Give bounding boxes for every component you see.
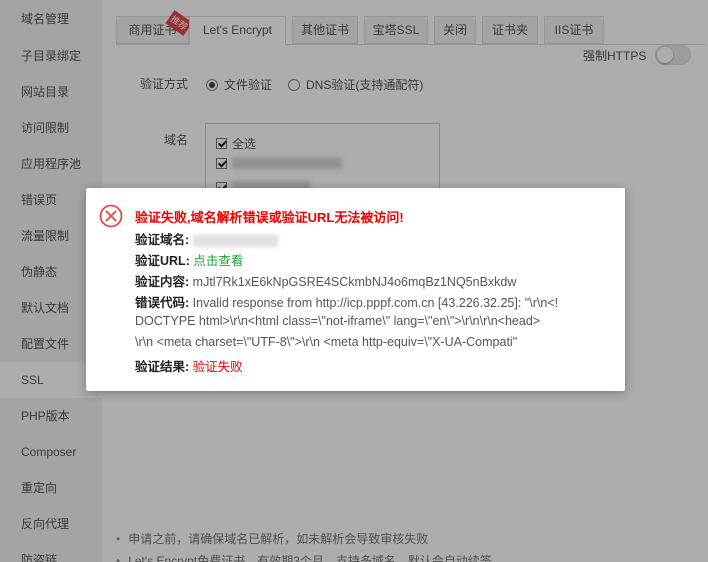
error-code-line2-row: DOCTYPE html>\r\n<html class=\"not-ifram…	[135, 314, 540, 328]
verify-result-value: 验证失败	[192, 360, 243, 374]
view-url-link[interactable]: 点击查看	[193, 254, 243, 268]
error-code-line3: \r\n <meta charset=\"UTF-8\">\r\n <meta …	[135, 335, 518, 349]
verify-result-label: 验证结果:	[135, 360, 190, 374]
error-icon	[99, 204, 123, 228]
error-code-row: 错误代码: Invalid response from http://icp.p…	[135, 292, 558, 311]
verify-content-value: mJtl7Rk1xE6kNpGSRE4SCkmbNJ4o6mqBz1NQ5nBx…	[192, 275, 517, 289]
redacted-domain	[193, 234, 279, 247]
verify-domain-label: 验证域名:	[135, 233, 190, 247]
verify-url-row: 验证URL: 点击查看	[135, 250, 243, 269]
error-code-line1: Invalid response from http://icp.pppf.co…	[192, 296, 559, 310]
error-code-line2: DOCTYPE html>\r\n<html class=\"not-ifram…	[135, 314, 541, 328]
dialog-title: 验证失败,域名解析错误或验证URL无法被访问!	[135, 210, 404, 225]
error-code-line3-row: \r\n <meta charset=\"UTF-8\">\r\n <meta …	[135, 335, 517, 349]
verify-result-row: 验证结果: 验证失败	[135, 356, 243, 375]
verify-url-label: 验证URL:	[135, 254, 190, 268]
verify-content-label: 验证内容:	[135, 275, 190, 289]
error-code-label: 错误代码:	[135, 296, 190, 310]
verify-domain-row: 验证域名:	[135, 229, 279, 248]
verify-content-row: 验证内容: mJtl7Rk1xE6kNpGSRE4SCkmbNJ4o6mqBz1…	[135, 271, 516, 290]
error-dialog: 验证失败,域名解析错误或验证URL无法被访问! 验证域名: 验证URL: 点击查…	[86, 188, 625, 391]
